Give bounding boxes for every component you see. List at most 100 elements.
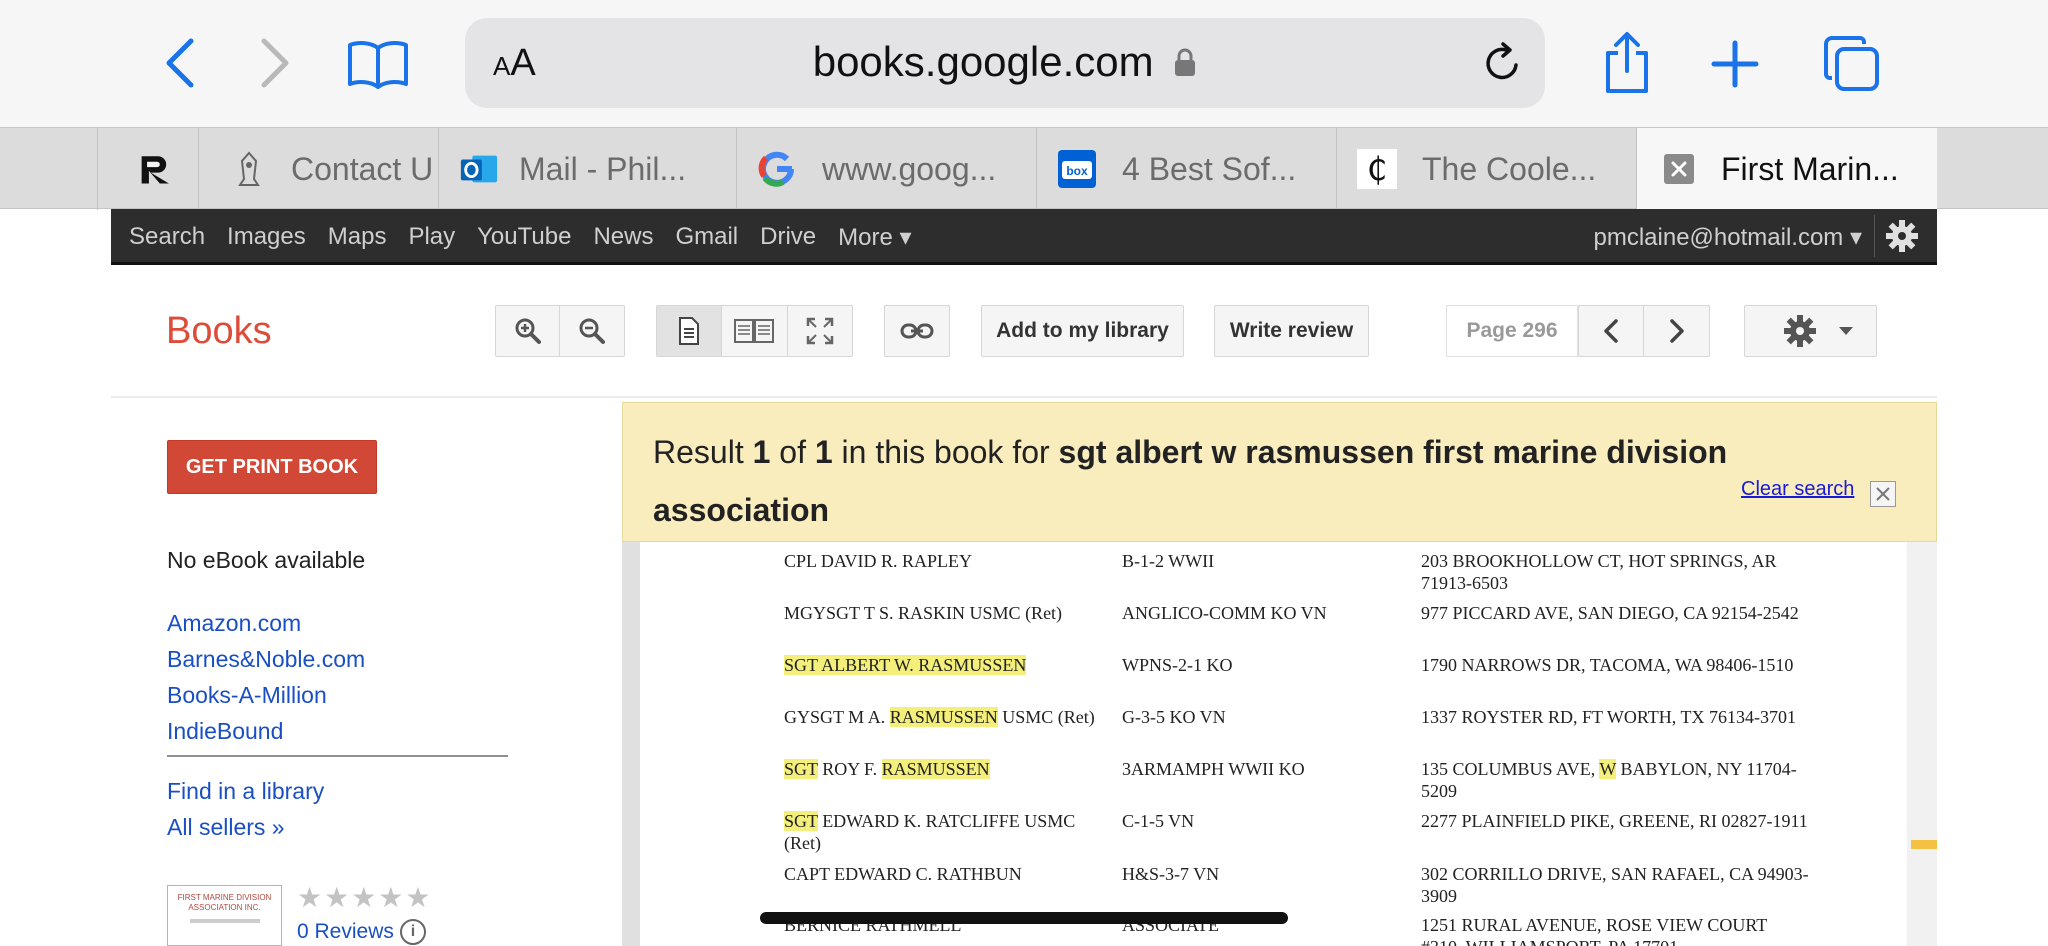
tab-mail[interactable]: Mail - Phil... <box>439 128 737 210</box>
page-right-gutter <box>1907 542 1937 946</box>
gbar-link-news[interactable]: News <box>593 223 653 252</box>
member-unit: WPNS-2-1 KO <box>1122 655 1233 675</box>
tab-coolest[interactable]: ₵ The Coole... <box>1337 128 1637 210</box>
tabs-overview-icon[interactable] <box>1820 32 1884 96</box>
search-result-banner: Result 1 of 1 in this book for sgt alber… <box>622 402 1937 542</box>
tab-first-marine[interactable]: First Marin... <box>1637 128 1937 210</box>
gbar-link-drive[interactable]: Drive <box>760 223 816 252</box>
tab-pinned-1[interactable] <box>38 128 98 210</box>
find-in-library-link[interactable]: Find in a library <box>167 773 324 809</box>
google-bar: Search Images Maps Play YouTube News Gma… <box>111 209 1937 265</box>
close-banner-icon[interactable] <box>1870 481 1896 507</box>
bookmarks-icon[interactable] <box>343 34 413 94</box>
tab-contact[interactable]: Contact U <box>199 128 439 210</box>
book-page-scan[interactable]: CPL DAVID R. RAPLEY B-1-2 WWII 203 BROOKHO… <box>622 542 1937 946</box>
scan-text: 203 BROOKHOLLOW CT, HOT SPRINGS, AR 7191… <box>1421 551 1777 593</box>
back-icon[interactable] <box>155 32 205 94</box>
tab-pinned-2[interactable] <box>98 128 199 210</box>
scan-text: CAPT EDWARD C. RATHBUN <box>784 864 1022 884</box>
tab-bar: Contact U Mail - Phil... www.goog... box… <box>0 127 2048 210</box>
r-logo-icon <box>138 149 178 189</box>
clear-search-link[interactable]: Clear search <box>1741 478 1854 501</box>
seller-link-indiebound[interactable]: IndieBound <box>167 713 365 749</box>
seller-link-barnes-noble[interactable]: Barnes&Noble.com <box>167 641 365 677</box>
rating-stars[interactable]: ★★★★★ <box>297 881 433 914</box>
scan-text: EDWARD K. RATCLIFFE USMC (Ret) <box>784 811 1076 853</box>
prev-page-icon[interactable] <box>1579 306 1644 356</box>
google-bar-links: Search Images Maps Play YouTube News Gma… <box>129 223 934 252</box>
zoom-in-icon[interactable] <box>496 306 560 356</box>
address-bar[interactable]: AA books.google.com <box>465 18 1545 108</box>
next-page-icon[interactable] <box>1644 306 1709 356</box>
result-word: Result <box>653 434 744 470</box>
new-tab-icon[interactable] <box>1705 34 1765 94</box>
member-unit: B-1-2 WWII <box>1122 551 1215 571</box>
forward-icon[interactable] <box>250 32 300 94</box>
zoom-group <box>495 305 625 357</box>
page-number-field[interactable]: Page 296 <box>1446 305 1578 357</box>
account-menu[interactable]: pmclaine@hotmail.com ▾ <box>1594 223 1863 252</box>
gbar-settings-gear-icon[interactable] <box>1885 219 1919 253</box>
link-button[interactable] <box>884 305 950 357</box>
search-highlight: RASMUSSEN <box>881 759 990 779</box>
all-sellers-link[interactable]: All sellers » <box>167 809 324 845</box>
svg-text:box: box <box>1066 164 1088 178</box>
member-name: CAPT EDWARD C. RATHBUN <box>784 863 1114 885</box>
lock-icon <box>1175 48 1196 76</box>
info-icon[interactable]: i <box>400 919 426 945</box>
gbar-link-more[interactable]: More ▾ <box>838 223 911 252</box>
member-unit: 3ARMAMPH WWII KO <box>1122 759 1305 779</box>
search-highlight: SGT ALBERT W. RASMUSSEN <box>784 655 1027 675</box>
link-icon <box>900 323 934 339</box>
tab-box[interactable]: box 4 Best Sof... <box>1037 128 1337 210</box>
share-icon[interactable] <box>1597 28 1657 98</box>
result-summary: Result 1 of 1 in this book for sgt alber… <box>653 423 1833 539</box>
book-settings-dropdown[interactable] <box>1744 305 1877 357</box>
reviews-link[interactable]: 0 Reviews <box>297 920 394 944</box>
add-to-library-button[interactable]: Add to my library <box>981 305 1184 357</box>
books-logo[interactable]: Books <box>166 310 272 353</box>
zoom-out-icon[interactable] <box>560 306 624 356</box>
gbar-link-youtube[interactable]: YouTube <box>477 223 571 252</box>
reload-icon[interactable] <box>1478 38 1528 88</box>
member-name: GYSGT M A. RASMUSSEN USMC (Ret) <box>784 706 1114 728</box>
gbar-link-images[interactable]: Images <box>227 223 306 252</box>
scan-text: 135 COLUMBUS AVE, <box>1421 759 1600 779</box>
page-nav-group <box>1578 305 1710 357</box>
gbar-link-search[interactable]: Search <box>129 223 205 252</box>
seller-link-amazon[interactable]: Amazon.com <box>167 605 365 641</box>
gbar-link-maps[interactable]: Maps <box>328 223 387 252</box>
close-tab-icon[interactable] <box>1659 149 1699 189</box>
book-cover-thumbnail[interactable]: FIRST MARINE DIVISION ASSOCIATION INC. <box>167 885 282 946</box>
scan-text: 302 CORRILLO DRIVE, SAN RAFAEL, CA 94903… <box>1421 864 1809 906</box>
url-text: books.google.com <box>465 38 1545 86</box>
member-address: 977 PICCARD AVE, SAN DIEGO, CA 92154-254… <box>1421 602 1811 624</box>
cent-icon: ₵ <box>1357 149 1397 189</box>
two-page-view-icon[interactable] <box>722 306 788 356</box>
browser-toolbar: AA books.google.com <box>0 0 2048 127</box>
gbar-divider <box>1874 215 1875 257</box>
flag-favicon-icon <box>86 149 97 189</box>
scan-text: USMC (Ret) <box>997 707 1095 727</box>
home-indicator[interactable] <box>760 912 1288 924</box>
gbar-link-play[interactable]: Play <box>408 223 455 252</box>
gbar-link-gmail[interactable]: Gmail <box>675 223 738 252</box>
member-unit: ANGLICO-COMM KO VN <box>1122 603 1327 623</box>
get-print-book-button[interactable]: GET PRINT BOOK <box>167 440 377 494</box>
member-name: SGT EDWARD K. RATCLIFFE USMC (Ret) <box>784 810 1114 854</box>
seller-link-books-a-million[interactable]: Books-A-Million <box>167 677 365 713</box>
sellers-divider <box>167 755 508 757</box>
tab-title: Contact U <box>291 150 434 187</box>
more-links: Find in a library All sellers » <box>167 773 324 845</box>
write-review-button[interactable]: Write review <box>1214 305 1369 357</box>
search-highlight: SGT <box>784 759 818 779</box>
scan-text: 2277 PLAINFIELD PIKE, GREENE, RI 02827-1… <box>1421 811 1808 831</box>
single-page-view-icon[interactable] <box>657 306 723 356</box>
member-unit: G-3-5 KO VN <box>1122 707 1226 727</box>
result-position-marker[interactable] <box>1911 840 1937 849</box>
tab-google[interactable]: www.goog... <box>737 128 1037 210</box>
member-address: 2277 PLAINFIELD PIKE, GREENE, RI 02827-1… <box>1421 810 1811 832</box>
scan-text: MGYSGT T S. RASKIN USMC (Ret) <box>784 603 1063 623</box>
tab-title: www.goog... <box>822 150 997 187</box>
fullscreen-icon[interactable] <box>788 306 852 356</box>
